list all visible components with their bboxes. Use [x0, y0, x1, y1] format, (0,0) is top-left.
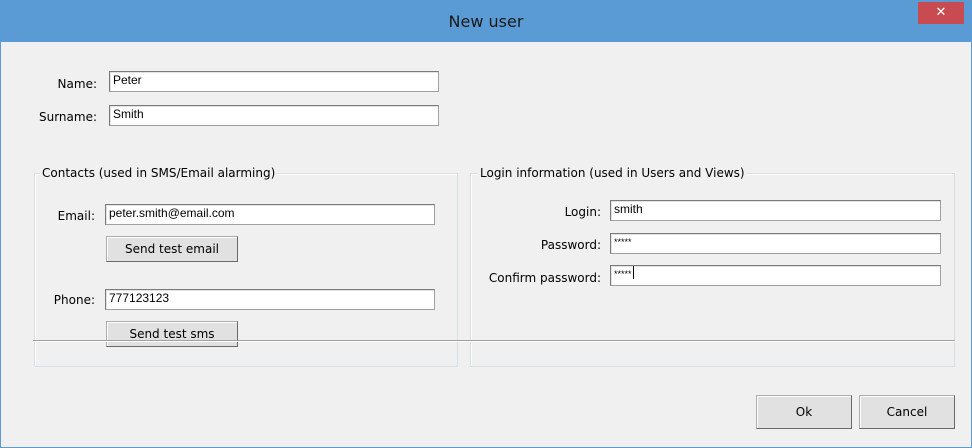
text-caret — [632, 266, 634, 279]
send-test-sms-button[interactable]: Send test sms — [106, 321, 238, 347]
confirm-password-label: Confirm password: — [488, 271, 601, 285]
dialog-body: Name: Peter Surname: Smith Contacts (use… — [9, 42, 963, 440]
password-label: Password: — [540, 238, 601, 252]
dialog-title: New user — [448, 12, 524, 31]
confirm-password-value: ***** — [614, 269, 632, 279]
surname-input[interactable]: Smith — [109, 105, 439, 126]
title-bar[interactable]: New user ✕ — [1, 1, 971, 42]
password-input[interactable]: ***** — [610, 233, 941, 254]
name-input[interactable]: Peter — [109, 71, 439, 92]
cancel-button[interactable]: Cancel — [859, 395, 955, 429]
email-label: Email: — [57, 209, 95, 223]
new-user-dialog: New user ✕ Name: Peter Surname: Smith Co… — [0, 0, 972, 448]
contacts-group-label: Contacts (used in SMS/Email alarming) — [40, 166, 278, 180]
close-icon: ✕ — [935, 5, 947, 20]
login-label: Login: — [564, 205, 601, 219]
close-button[interactable]: ✕ — [918, 2, 964, 24]
ok-button[interactable]: Ok — [756, 395, 852, 429]
login-input[interactable]: smith — [610, 200, 941, 221]
phone-input[interactable]: 777123123 — [105, 289, 435, 310]
button-separator — [33, 340, 955, 342]
phone-label: Phone: — [53, 293, 95, 307]
contacts-group — [34, 173, 458, 367]
confirm-password-input[interactable]: ***** — [610, 265, 941, 286]
send-test-email-button[interactable]: Send test email — [106, 236, 238, 262]
login-group-label: Login information (used in Users and Vie… — [478, 166, 747, 180]
name-label: Name: — [57, 77, 97, 91]
email-input[interactable]: peter.smith@email.com — [105, 204, 435, 225]
surname-label: Surname: — [38, 110, 97, 124]
